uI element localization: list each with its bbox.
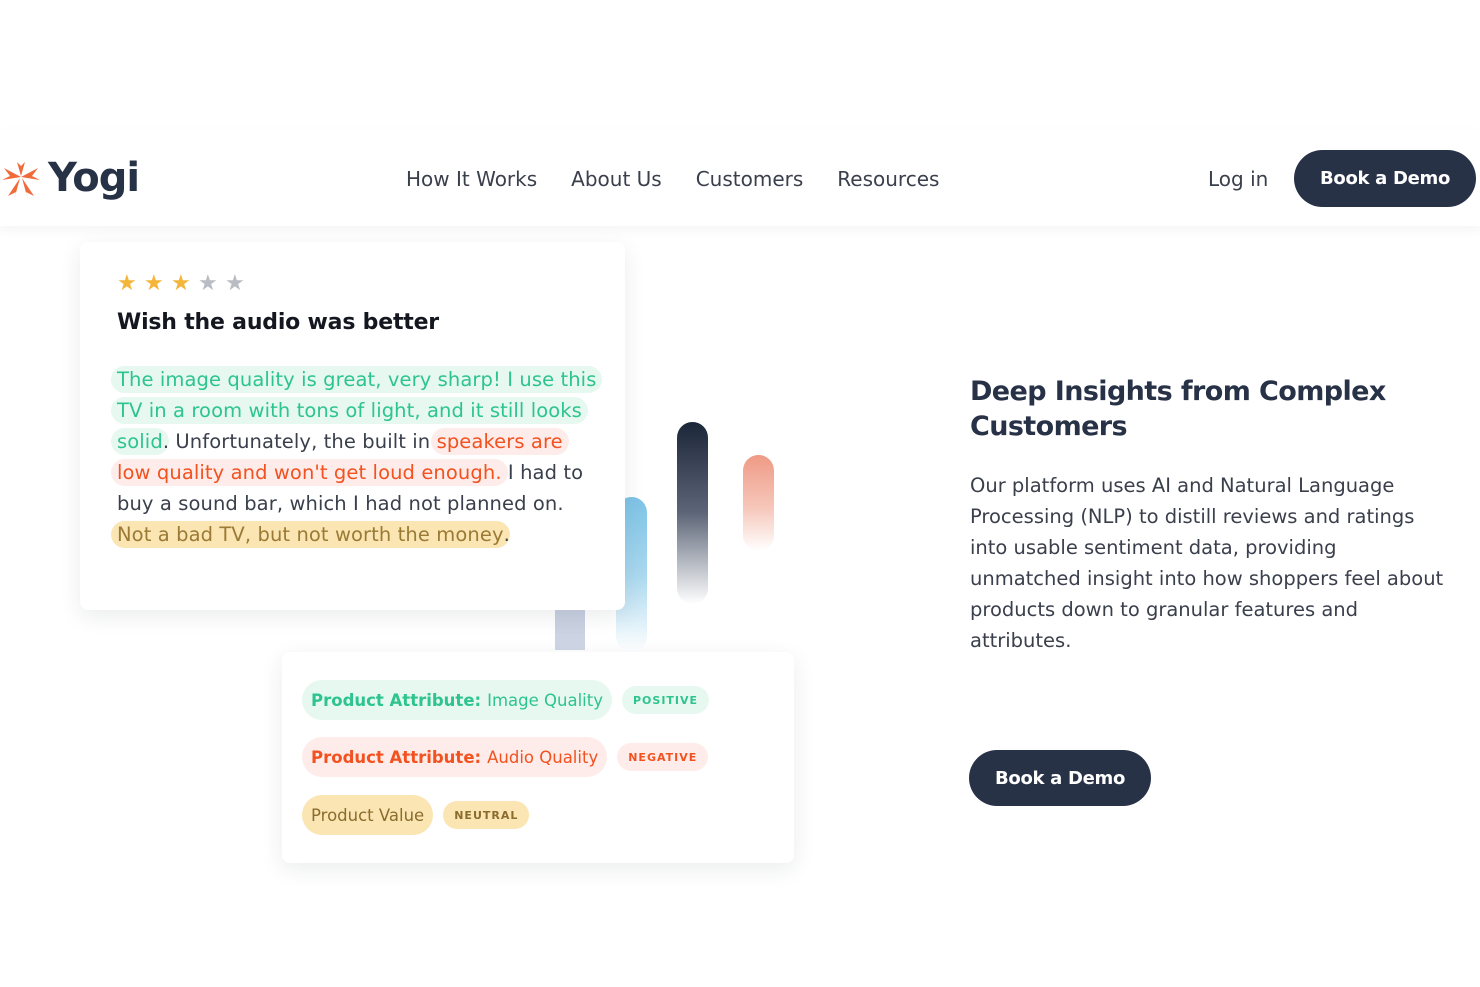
attribute-pill-audio-quality: Product Attribute: Audio Quality xyxy=(302,737,608,777)
attribute-value: Product Value xyxy=(311,805,425,825)
decorative-bar-coral xyxy=(743,455,774,551)
neutral-highlight: Not a bad TV, but not worth the money xyxy=(111,521,510,548)
nav-resources[interactable]: Resources xyxy=(837,167,939,191)
yogi-logo-icon xyxy=(2,162,40,200)
review-body: The image quality is great, very sharp! … xyxy=(111,364,603,550)
star-icon: ★ xyxy=(171,271,191,296)
review-text: . xyxy=(503,523,510,546)
star-icon: ★ xyxy=(144,271,164,296)
decorative-bar-navy xyxy=(677,422,708,604)
section-description: Our platform uses AI and Natural Languag… xyxy=(970,474,1444,652)
attribute-label: Product Attribute: xyxy=(311,747,482,767)
review-text: . Unfortunately, the built in xyxy=(162,430,437,453)
star-icon: ★ xyxy=(225,271,245,296)
star-icon: ★ xyxy=(198,271,218,296)
attribute-pill-image-quality: Product Attribute: Image Quality xyxy=(302,680,612,720)
sentiment-badge-neutral: NEUTRAL xyxy=(443,801,530,829)
main-nav: How It Works About Us Customers Resource… xyxy=(406,167,973,191)
login-link[interactable]: Log in xyxy=(1208,167,1268,191)
attribute-value: Audio Quality xyxy=(487,747,599,767)
attribute-card: Product Attribute: Image Quality POSITIV… xyxy=(282,652,794,863)
book-demo-header-button[interactable]: Book a Demo xyxy=(1294,150,1476,207)
attribute-row: Product Attribute: Audio Quality NEGATIV… xyxy=(302,737,709,777)
attribute-value: Image Quality xyxy=(487,690,603,710)
logo-wordmark: Yogi xyxy=(48,155,140,201)
nav-how-it-works[interactable]: How It Works xyxy=(406,167,537,191)
sentiment-badge-positive: POSITIVE xyxy=(622,686,710,714)
section-headline: Deep Insights from Complex Customers xyxy=(970,376,1386,442)
book-demo-button[interactable]: Book a Demo xyxy=(969,750,1151,806)
review-title: Wish the audio was better xyxy=(117,310,439,335)
site-header: Yogi How It Works About Us Customers Res… xyxy=(0,130,1480,226)
attribute-row: Product Attribute: Image Quality POSITIV… xyxy=(302,680,710,720)
star-rating: ★ ★ ★ ★ ★ xyxy=(117,272,252,296)
attribute-row: Product Value NEUTRAL xyxy=(302,795,530,835)
attribute-pill-product-value: Product Value xyxy=(302,795,434,835)
logo[interactable]: Yogi xyxy=(0,153,140,203)
star-icon: ★ xyxy=(117,271,137,296)
sentiment-badge-negative: NEGATIVE xyxy=(617,743,709,771)
nav-customers[interactable]: Customers xyxy=(696,167,804,191)
nav-about-us[interactable]: About Us xyxy=(571,167,662,191)
attribute-label: Product Attribute: xyxy=(311,690,482,710)
